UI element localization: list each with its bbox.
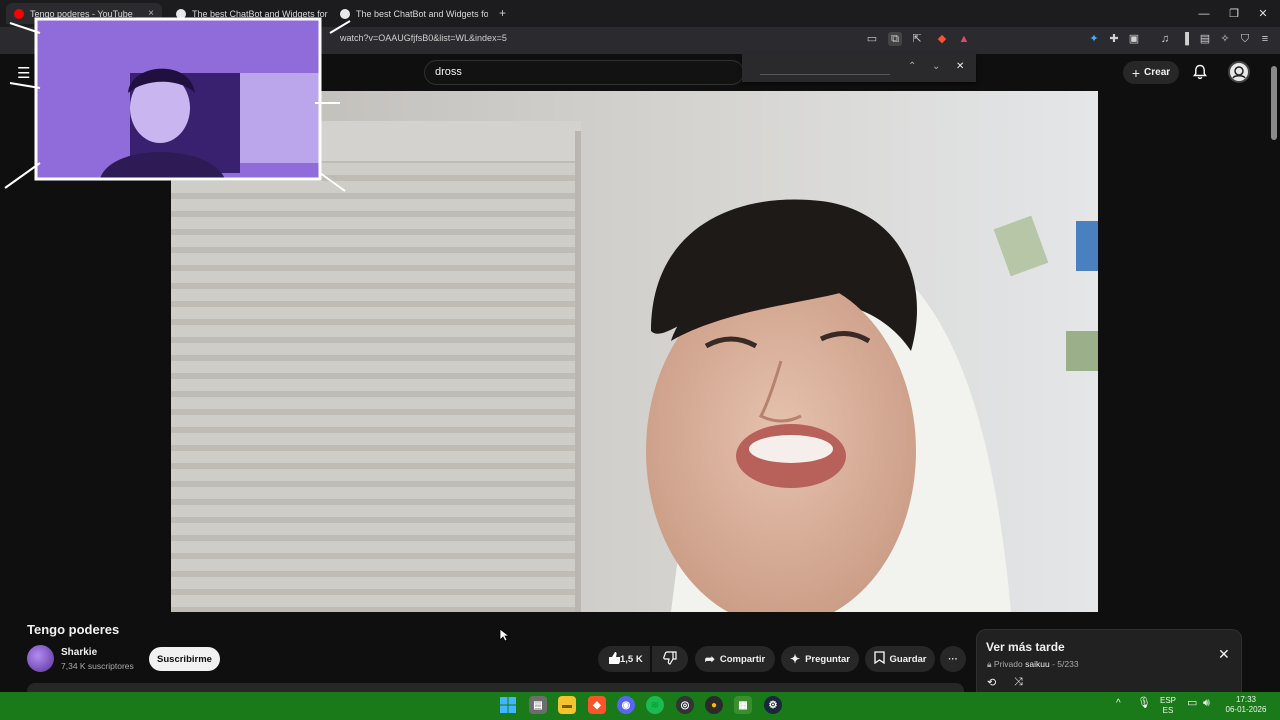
search-input[interactable]: dross: [424, 60, 744, 85]
like-count-label: 1,5 K: [620, 653, 643, 665]
clock-date: 06-01-2026: [1225, 705, 1267, 714]
obs-icon[interactable]: ◎: [676, 696, 694, 714]
save-button[interactable]: Guardar: [865, 646, 935, 672]
shuffle-icon[interactable]: ⤨: [1014, 676, 1023, 689]
create-button[interactable]: + Crear: [1123, 61, 1179, 84]
playlist-separator: -: [1052, 659, 1055, 669]
tab-label: The best ChatBot and Widgets for Ki: [356, 8, 488, 19]
wallet-icon[interactable]: ▣: [1127, 32, 1141, 46]
task-view-icon[interactable]: ▤: [529, 696, 547, 714]
dislike-button[interactable]: [652, 646, 688, 672]
translate-extension-icon[interactable]: ✦: [1087, 32, 1101, 46]
like-count[interactable]: 1,5 K: [620, 646, 650, 672]
language-indicator[interactable]: ESP ES: [1156, 696, 1180, 716]
extensions-icon[interactable]: ✚: [1107, 32, 1121, 46]
ask-label: Preguntar: [805, 653, 850, 665]
microphone-icon[interactable]: 🎙︎: [1137, 698, 1151, 709]
sidebar-icon[interactable]: ▐: [1178, 32, 1192, 46]
share-page-icon[interactable]: ⇱: [910, 32, 924, 46]
discord-icon[interactable]: ◉: [617, 696, 635, 714]
channel-avatar[interactable]: [27, 645, 54, 672]
channel-name[interactable]: Sharkie: [61, 647, 97, 658]
leo-ai-icon[interactable]: ✧: [1218, 32, 1232, 46]
thumbs-down-icon: [663, 650, 677, 668]
minecraft-icon[interactable]: ▦: [734, 696, 752, 714]
playlist-meta: 🔒︎ Privado saikuu - 5/233: [987, 659, 1079, 670]
windows-taskbar: [0, 692, 1280, 720]
notifications-bell-icon[interactable]: [1192, 64, 1208, 83]
media-icon[interactable]: ♫: [1158, 32, 1172, 46]
share-label: Compartir: [719, 653, 766, 665]
webcam-frame: [4, 17, 351, 192]
ask-button[interactable]: ✦ Preguntar: [781, 646, 859, 672]
webcam-overlay: [0, 13, 352, 193]
wallet2-icon[interactable]: ▤: [1198, 32, 1212, 46]
start-windows-icon[interactable]: [499, 696, 517, 714]
playlist-title[interactable]: Ver más tarde: [986, 640, 1065, 654]
find-previous-icon[interactable]: ⌃: [908, 61, 916, 72]
tray-chevron-icon[interactable]: ^: [1116, 699, 1121, 709]
clock[interactable]: 17:33 06-01-2026: [1224, 695, 1268, 715]
find-next-icon[interactable]: ⌄: [932, 61, 940, 72]
url-field[interactable]: watch?v=OAAUGfjfsB0&list=WL&index=5: [340, 33, 507, 43]
scrollbar-thumb[interactable]: [1271, 66, 1277, 140]
brave-rewards-icon[interactable]: ▲: [957, 32, 971, 46]
volume-icon[interactable]: 🔊︎: [1203, 698, 1210, 709]
bookmark-icon: [873, 651, 885, 667]
playlist-privacy: Privado: [993, 659, 1023, 669]
spotify-icon[interactable]: ≋: [646, 696, 664, 714]
brave-browser-icon[interactable]: ◆: [588, 696, 606, 714]
playlist-position: 5/233: [1057, 659, 1079, 669]
lock-icon: 🔒︎: [987, 659, 992, 669]
loop-icon[interactable]: ⟲: [987, 676, 996, 689]
more-actions-button[interactable]: ···: [940, 646, 966, 672]
new-tab-button[interactable]: +: [499, 6, 506, 20]
brave-shields-icon[interactable]: ◆: [935, 32, 949, 46]
cast-icon[interactable]: ▭: [865, 32, 879, 46]
playlist-owner[interactable]: saikuu: [1025, 659, 1050, 669]
find-bar: ⌃ ⌄ ✕: [742, 54, 976, 82]
vpn-icon[interactable]: ⛉: [1238, 32, 1252, 46]
language-code: ESP: [1159, 696, 1176, 705]
video-title: Tengo poderes: [27, 622, 120, 637]
create-label: Crear: [1144, 67, 1171, 78]
share-arrow-icon: ➦: [704, 652, 715, 666]
subscriber-count: 7,34 K suscriptores: [61, 661, 134, 671]
clock-time: 17:33: [1235, 695, 1257, 704]
description-box[interactable]: [27, 683, 964, 692]
minimize-button[interactable]: —: [1187, 0, 1221, 27]
share-button[interactable]: ➦ Compartir: [695, 646, 775, 672]
more-icon: ···: [948, 653, 958, 665]
network-icon[interactable]: ▭: [1187, 698, 1197, 709]
sparkle-icon: ✦: [790, 652, 801, 666]
app-circle-icon[interactable]: ●: [705, 696, 723, 714]
screenshot-icon[interactable]: ⧉: [888, 32, 902, 46]
find-input[interactable]: [760, 61, 890, 75]
account-avatar[interactable]: [1228, 61, 1250, 83]
file-explorer-icon[interactable]: ▬: [558, 696, 576, 714]
subscribe-button[interactable]: Suscribirme: [149, 647, 220, 671]
tab-chatbot-2[interactable]: The best ChatBot and Widgets for Ki: [332, 3, 488, 24]
find-close-icon[interactable]: ✕: [956, 61, 964, 72]
playlist-close-icon[interactable]: ✕: [1218, 646, 1230, 663]
mouse-cursor-icon: [499, 628, 511, 647]
save-label: Guardar: [889, 653, 927, 665]
steam-icon[interactable]: ⚙: [764, 696, 782, 714]
keyboard-layout: ES: [1162, 706, 1174, 715]
page-scrollbar[interactable]: [1268, 54, 1280, 692]
close-window-button[interactable]: ✕: [1246, 0, 1280, 27]
menu-icon[interactable]: ≡: [1258, 32, 1272, 46]
plus-icon: +: [1131, 64, 1141, 81]
